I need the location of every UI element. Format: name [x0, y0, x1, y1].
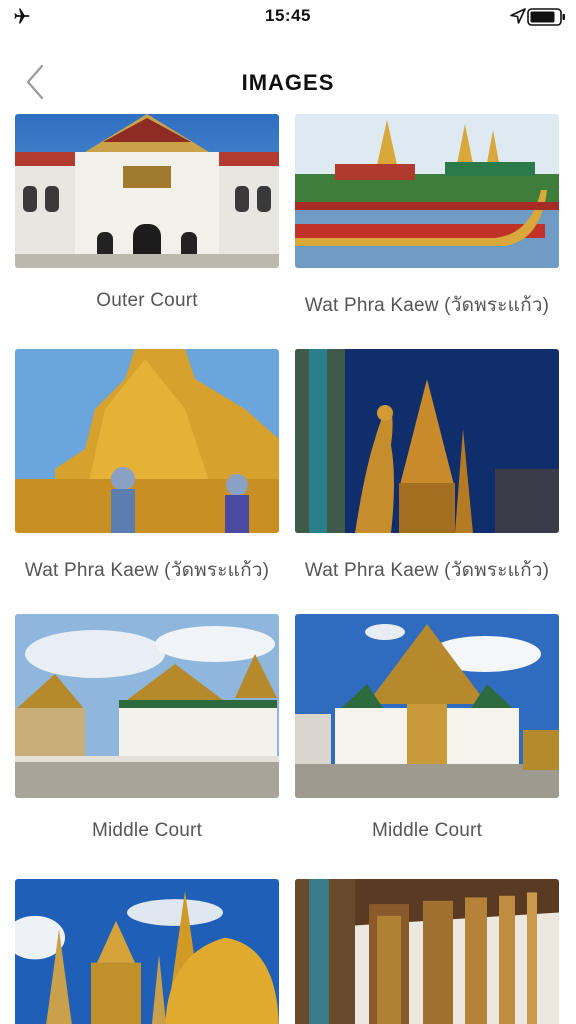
gallery-item[interactable]: Wat Phra Kaew (วัดพระแก้ว)	[295, 114, 559, 320]
image-gallery: Outer Court Wat Phra Kaew (วัดพระแก้ว) W…	[0, 114, 576, 1024]
throne-hall-photo[interactable]	[295, 614, 559, 798]
gallery-item[interactable]	[15, 879, 279, 1024]
gallery-caption: Outer Court	[96, 290, 198, 311]
gallery-caption: Middle Court	[371, 820, 483, 841]
gallery-caption: Wat Phra Kaew (วัดพระแก้ว)	[304, 295, 550, 316]
royal-barge-photo[interactable]	[295, 114, 559, 268]
kinnara-statue-photo[interactable]	[295, 349, 559, 533]
gallery-item[interactable]: Wat Phra Kaew (วัดพระแก้ว)	[295, 349, 559, 585]
mosaic-pillars-photo[interactable]	[295, 879, 559, 1024]
gallery-item[interactable]: Middle Court	[295, 614, 559, 842]
page-title: IMAGES	[241, 70, 335, 95]
gallery-item[interactable]	[295, 879, 559, 1024]
gallery-caption: Wat Phra Kaew (วัดพระแก้ว)	[304, 560, 550, 581]
gallery-item[interactable]: Wat Phra Kaew (วัดพระแก้ว)	[15, 349, 279, 585]
nav-bar: IMAGES	[0, 34, 576, 116]
golden-stupa-photo[interactable]	[15, 879, 279, 1024]
palace-photo[interactable]	[15, 114, 279, 268]
golden-chedi-demons-photo[interactable]	[15, 349, 279, 533]
gallery-caption: Middle Court	[91, 820, 203, 841]
gallery-item[interactable]: Outer Court	[15, 114, 279, 312]
gallery-item[interactable]: Middle Court	[15, 614, 279, 842]
gallery-caption: Wat Phra Kaew (วัดพระแก้ว)	[24, 560, 270, 581]
battery-icon	[527, 8, 565, 26]
hall-white-gold-photo[interactable]	[15, 614, 279, 798]
status-bar: 15:45	[0, 0, 576, 34]
status-time: 15:45	[265, 6, 311, 25]
location-arrow-icon	[510, 8, 526, 24]
